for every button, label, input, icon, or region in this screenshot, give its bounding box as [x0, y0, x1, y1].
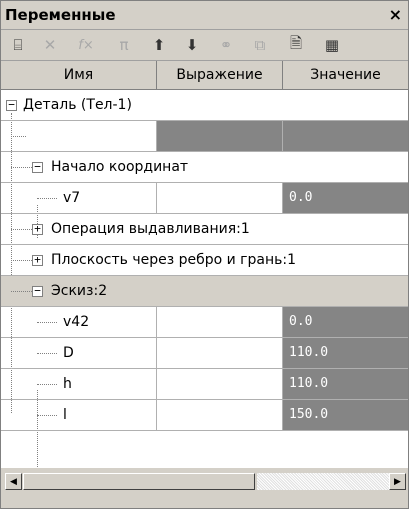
- function-icon[interactable]: f×: [73, 33, 99, 57]
- expression-cell[interactable]: [157, 183, 283, 213]
- horizontal-scrollbar[interactable]: ◀ ▶: [1, 469, 408, 508]
- expression-cell[interactable]: [157, 307, 283, 337]
- pi-icon[interactable]: π: [111, 33, 137, 57]
- collapse-icon[interactable]: −: [6, 99, 17, 111]
- tree-row[interactable]: v42 0.0: [1, 307, 408, 338]
- tree-line: [11, 167, 32, 168]
- title-bar: Переменные ×: [1, 1, 408, 30]
- table-icon[interactable]: ⌸: [5, 33, 31, 57]
- document-icon[interactable]: 🗎: [283, 33, 309, 57]
- tree-row[interactable]: − Эскиз:2: [1, 276, 408, 307]
- row-label: Эскиз:2: [51, 283, 108, 299]
- column-header-value[interactable]: Значение: [283, 61, 408, 89]
- variable-name: h: [63, 376, 72, 392]
- value-cell: 0.0: [283, 307, 408, 337]
- window-title: Переменные: [5, 6, 116, 24]
- collapse-icon[interactable]: −: [32, 285, 43, 297]
- tree-row[interactable]: l 150.0: [1, 400, 408, 431]
- tree-line: [11, 291, 32, 292]
- name-cell[interactable]: [1, 121, 157, 151]
- close-icon[interactable]: ×: [389, 5, 402, 24]
- value-cell: 0.0: [283, 183, 408, 213]
- variables-window: Переменные × ⌸ ✕ f× π ⬆ ⬇ ⚭ ⧉ 🗎 ▦ Имя Вы…: [0, 0, 409, 509]
- tree-row[interactable]: [1, 121, 408, 152]
- scroll-track[interactable]: [257, 473, 389, 490]
- name-cell[interactable]: l: [1, 400, 157, 430]
- name-cell[interactable]: h: [1, 369, 157, 399]
- delete-icon[interactable]: ✕: [37, 33, 63, 57]
- variable-name: v7: [63, 190, 81, 206]
- expression-cell[interactable]: [157, 121, 283, 151]
- expression-cell[interactable]: [157, 338, 283, 368]
- name-cell[interactable]: v7: [1, 183, 157, 213]
- row-label: Операция выдавливания:1: [51, 221, 250, 237]
- column-header-expression[interactable]: Выражение: [157, 61, 283, 89]
- name-cell[interactable]: D: [1, 338, 157, 368]
- grid-icon[interactable]: ▦: [319, 33, 345, 57]
- fields-icon[interactable]: ⧉: [247, 33, 273, 57]
- tree-row[interactable]: h 110.0: [1, 369, 408, 400]
- row-label: Плоскость через ребро и грань:1: [51, 252, 297, 268]
- row-label: Начало координат: [51, 159, 189, 175]
- expression-cell[interactable]: [157, 400, 283, 430]
- variables-grid: Имя Выражение Значение − Деталь (Тел-1) …: [1, 61, 408, 468]
- variable-name: D: [63, 345, 74, 361]
- variable-name: l: [63, 407, 67, 423]
- scroll-thumb[interactable]: [23, 473, 255, 490]
- tree-row[interactable]: + Плоскость через ребро и грань:1: [1, 245, 408, 276]
- tree-row[interactable]: − Начало координат: [1, 152, 408, 183]
- toolbar: ⌸ ✕ f× π ⬆ ⬇ ⚭ ⧉ 🗎 ▦: [1, 30, 408, 61]
- collapse-icon[interactable]: −: [32, 161, 43, 173]
- tree-row[interactable]: v7 0.0: [1, 183, 408, 214]
- tree-line: [11, 229, 32, 230]
- move-down-icon[interactable]: ⬇: [179, 33, 205, 57]
- name-cell[interactable]: v42: [1, 307, 157, 337]
- row-label: Деталь (Тел-1): [23, 97, 132, 113]
- tree-line: [11, 260, 32, 261]
- column-header-name[interactable]: Имя: [1, 61, 157, 89]
- grid-header: Имя Выражение Значение: [1, 61, 408, 90]
- value-cell: 110.0: [283, 369, 408, 399]
- value-cell: 150.0: [283, 400, 408, 430]
- tree-row[interactable]: D 110.0: [1, 338, 408, 369]
- link-icon[interactable]: ⚭: [213, 33, 239, 57]
- move-up-icon[interactable]: ⬆: [146, 33, 172, 57]
- expand-icon[interactable]: +: [32, 223, 43, 235]
- expand-icon[interactable]: +: [32, 254, 43, 266]
- tree-row[interactable]: − Деталь (Тел-1): [1, 90, 408, 121]
- scroll-right-icon[interactable]: ▶: [389, 473, 406, 490]
- value-cell: 110.0: [283, 338, 408, 368]
- scroll-left-icon[interactable]: ◀: [5, 473, 22, 490]
- tree-row[interactable]: + Операция выдавливания:1: [1, 214, 408, 245]
- variable-name: v42: [63, 314, 90, 330]
- value-cell: [283, 121, 408, 151]
- expression-cell[interactable]: [157, 369, 283, 399]
